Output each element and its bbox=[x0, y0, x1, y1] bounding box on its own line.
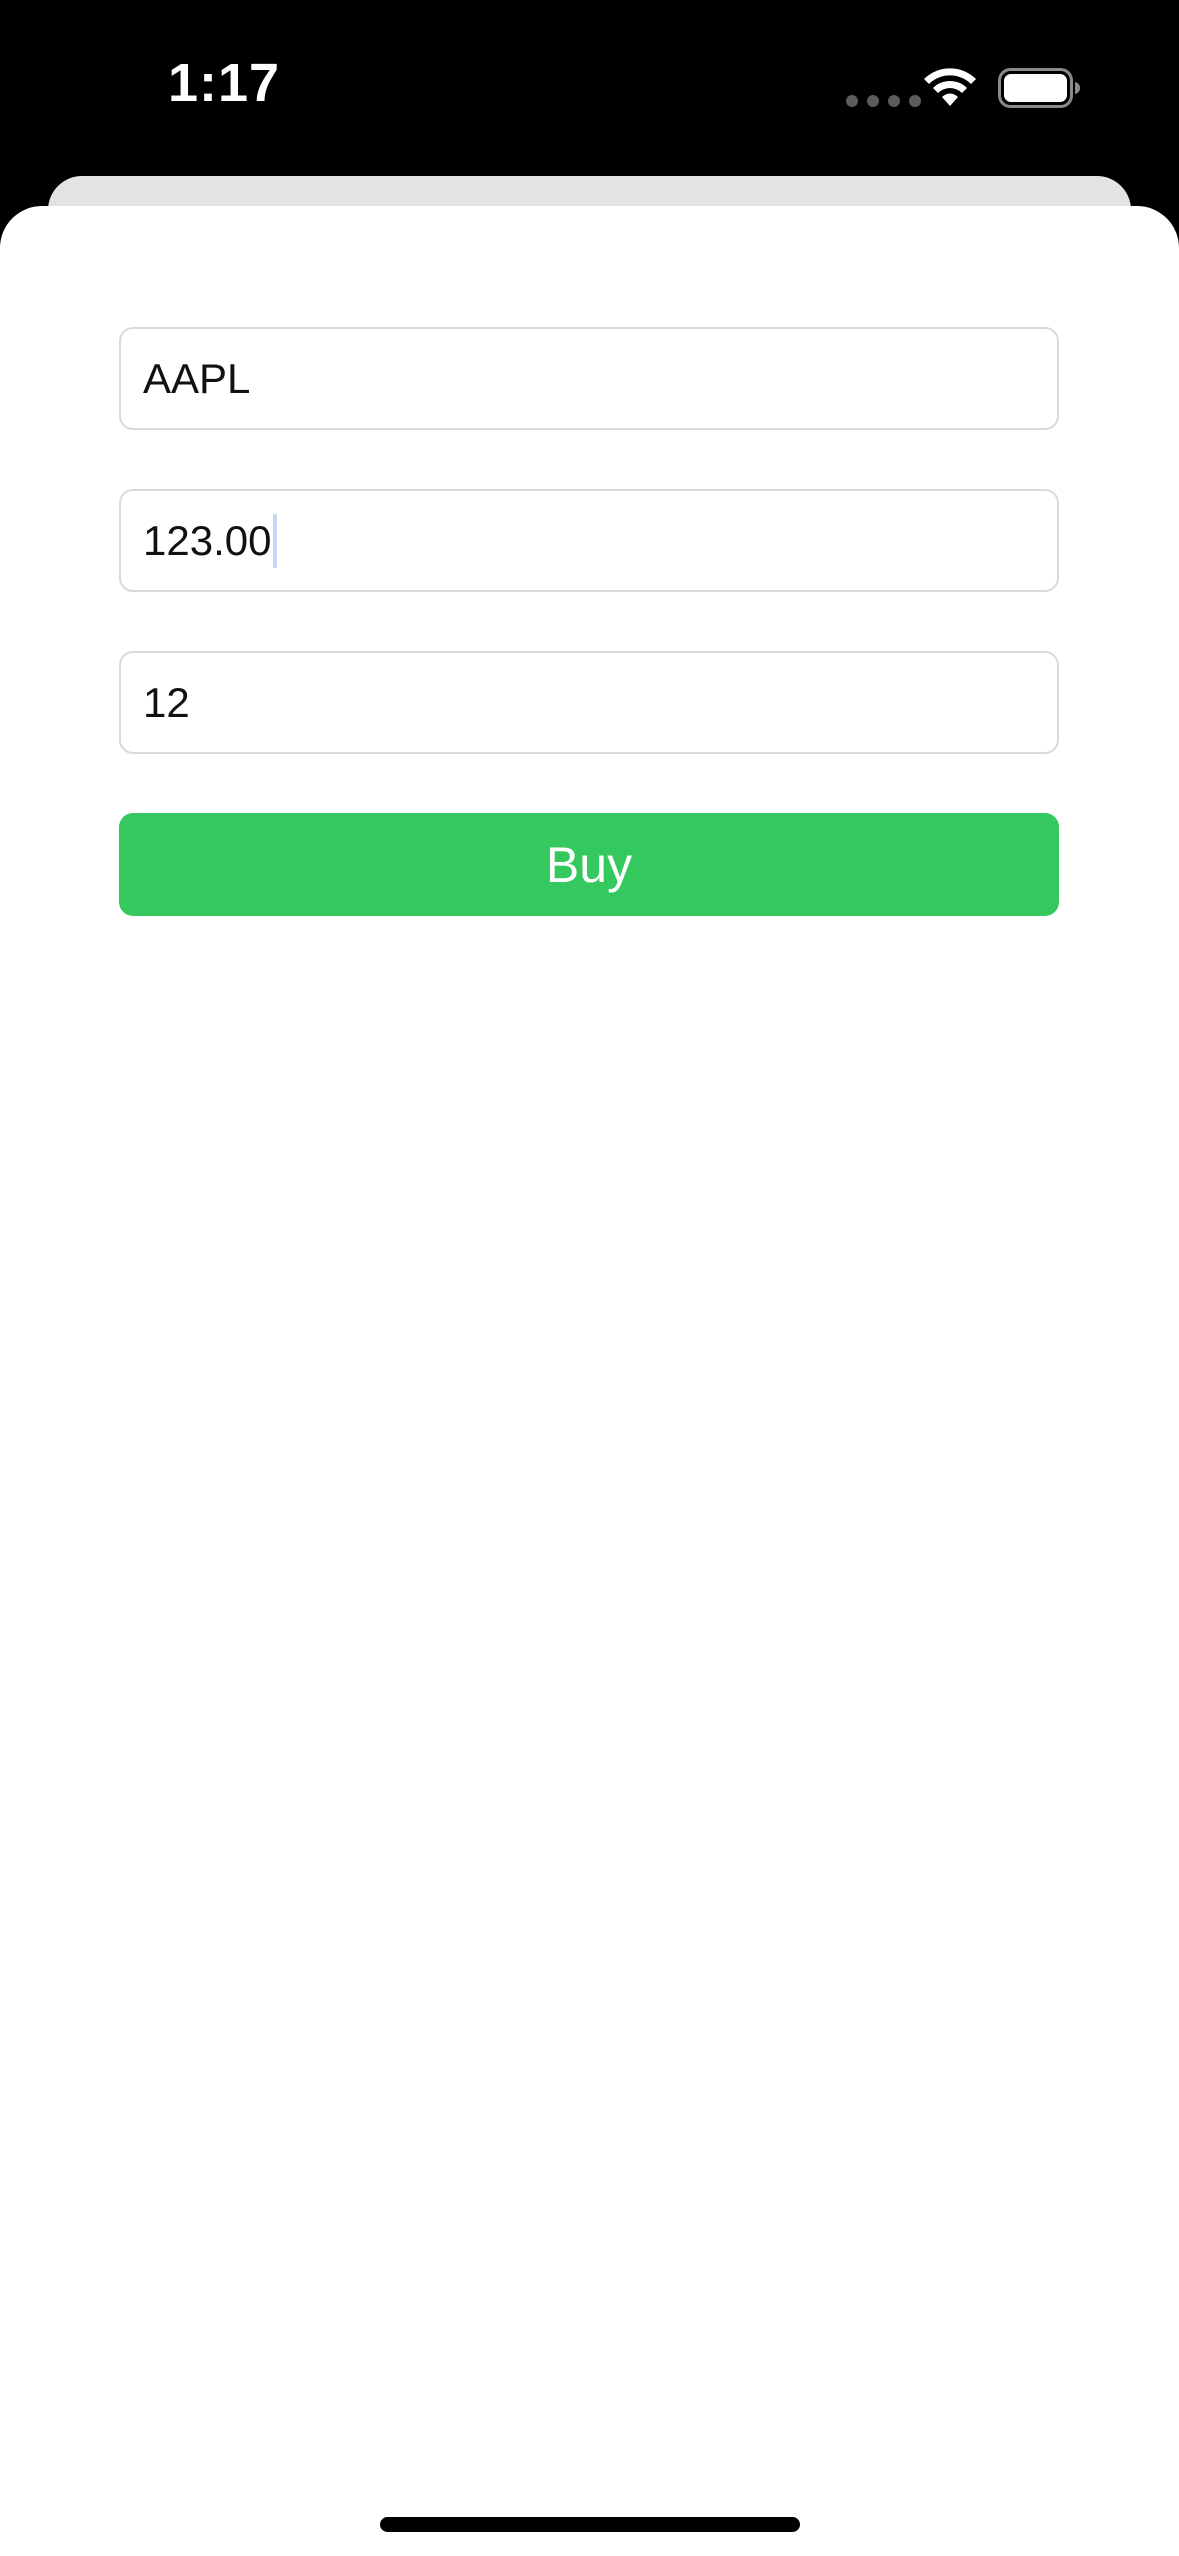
status-time: 1:17 bbox=[168, 53, 281, 113]
order-sheet: AAPL 123.00 12 Buy bbox=[0, 206, 1179, 2556]
battery-icon bbox=[998, 68, 1080, 108]
text-cursor bbox=[273, 513, 278, 568]
price-value: 123.00 bbox=[143, 516, 272, 564]
buy-button[interactable]: Buy bbox=[119, 813, 1059, 916]
wifi-icon bbox=[924, 68, 976, 106]
signal-dots-icon bbox=[846, 95, 921, 107]
symbol-input[interactable]: AAPL bbox=[119, 327, 1059, 430]
price-input[interactable]: 123.00 bbox=[119, 489, 1059, 592]
app-screen: 1:17 AAPL 123.00 12 Buy bbox=[0, 0, 1179, 2556]
home-indicator[interactable] bbox=[380, 2517, 800, 2532]
quantity-value: 12 bbox=[143, 678, 190, 726]
quantity-input[interactable]: 12 bbox=[119, 651, 1059, 754]
status-bar: 1:17 bbox=[0, 0, 1179, 175]
symbol-value: AAPL bbox=[143, 354, 251, 402]
